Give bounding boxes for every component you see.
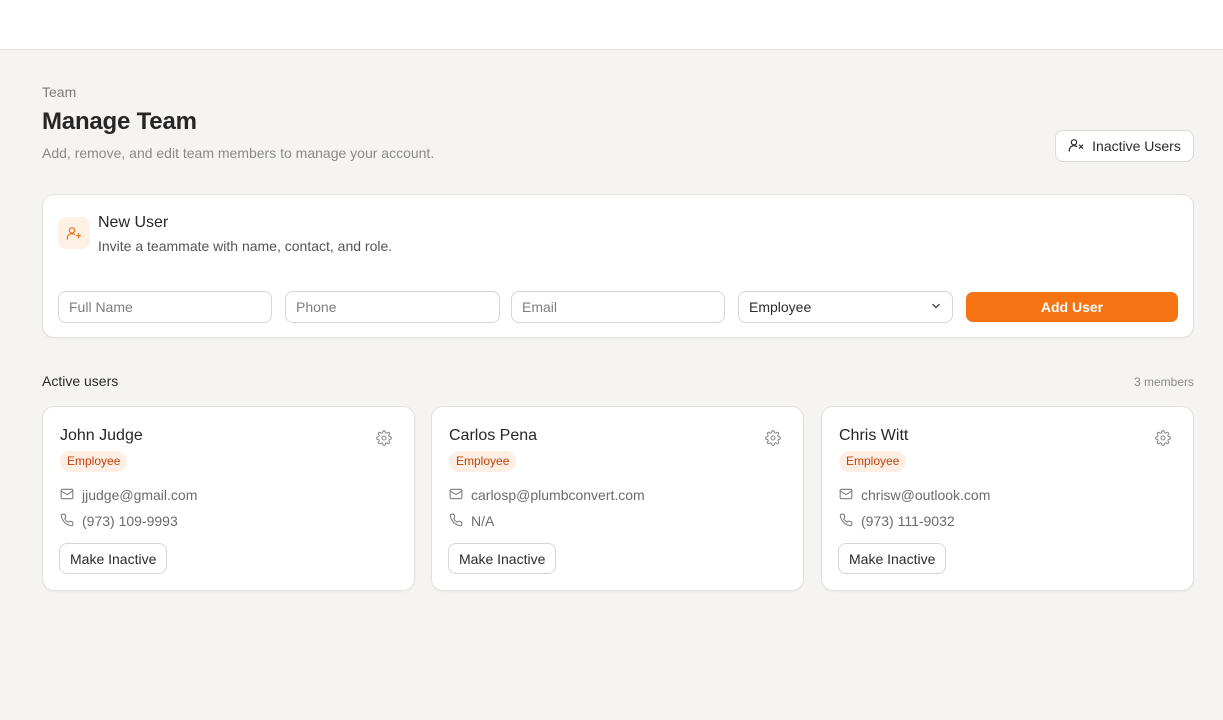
user-card: John Judge Employee jjudge@gmail.com (97…: [42, 406, 415, 591]
user-phone-row: (973) 111-9032: [839, 512, 955, 530]
user-email: chrisw@outlook.com: [861, 487, 991, 503]
gear-icon[interactable]: [1155, 430, 1171, 446]
user-name: John Judge: [60, 427, 143, 444]
user-email-row: jjudge@gmail.com: [60, 486, 197, 504]
user-phone: N/A: [471, 513, 495, 529]
page-subtitle: Add, remove, and edit team members to ma…: [42, 145, 435, 161]
user-card: Carlos Pena Employee carlosp@plumbconver…: [431, 406, 804, 591]
make-inactive-button[interactable]: Make Inactive: [59, 543, 168, 574]
user-name: Chris Witt: [839, 427, 909, 444]
breadcrumb: Team: [42, 84, 77, 100]
user-email-row: chrisw@outlook.com: [839, 486, 990, 504]
top-bar: [0, 0, 1223, 50]
inactive-users-label: Inactive Users: [1092, 138, 1181, 154]
role-select[interactable]: Employee: [738, 291, 953, 323]
mail-icon: [60, 487, 74, 504]
phone-icon: [449, 513, 463, 530]
user-phone: (973) 111-9032: [861, 513, 955, 529]
mail-icon: [449, 487, 463, 504]
gear-icon[interactable]: [376, 430, 392, 446]
phone-icon: [839, 513, 853, 530]
make-inactive-button[interactable]: Make Inactive: [448, 543, 557, 574]
inactive-users-button[interactable]: Inactive Users: [1055, 130, 1194, 162]
new-user-title: New User: [98, 214, 169, 231]
phone-icon: [60, 513, 74, 530]
user-phone: (973) 109-9993: [82, 513, 178, 529]
role-badge: Employee: [60, 451, 128, 472]
user-phone-row: N/A: [449, 512, 494, 530]
new-user-subtitle: Invite a teammate with name, contact, an…: [98, 238, 393, 254]
user-phone-row: (973) 109-9993: [60, 512, 178, 530]
user-name: Carlos Pena: [449, 427, 538, 444]
full-name-input[interactable]: [58, 291, 272, 323]
active-users-title: Active users: [42, 373, 119, 389]
chevron-down-icon: [930, 299, 942, 315]
user-plus-icon: [58, 217, 90, 249]
user-email: carlosp@plumbconvert.com: [471, 487, 645, 503]
page-title: Manage Team: [42, 108, 197, 135]
user-email-row: carlosp@plumbconvert.com: [449, 486, 645, 504]
role-badge: Employee: [839, 451, 907, 472]
phone-input[interactable]: [285, 291, 500, 323]
gear-icon[interactable]: [765, 430, 781, 446]
make-inactive-button[interactable]: Make Inactive: [838, 543, 947, 574]
user-x-icon: [1068, 137, 1084, 156]
user-card: Chris Witt Employee chrisw@outlook.com (…: [821, 406, 1194, 591]
member-count: 3 members: [1133, 375, 1194, 389]
new-user-card: New User Invite a teammate with name, co…: [42, 194, 1194, 338]
email-input[interactable]: [511, 291, 725, 323]
add-user-button[interactable]: Add User: [966, 292, 1178, 322]
user-email: jjudge@gmail.com: [82, 487, 198, 503]
role-badge: Employee: [449, 451, 517, 472]
role-select-value: Employee: [749, 299, 812, 315]
mail-icon: [839, 487, 853, 504]
